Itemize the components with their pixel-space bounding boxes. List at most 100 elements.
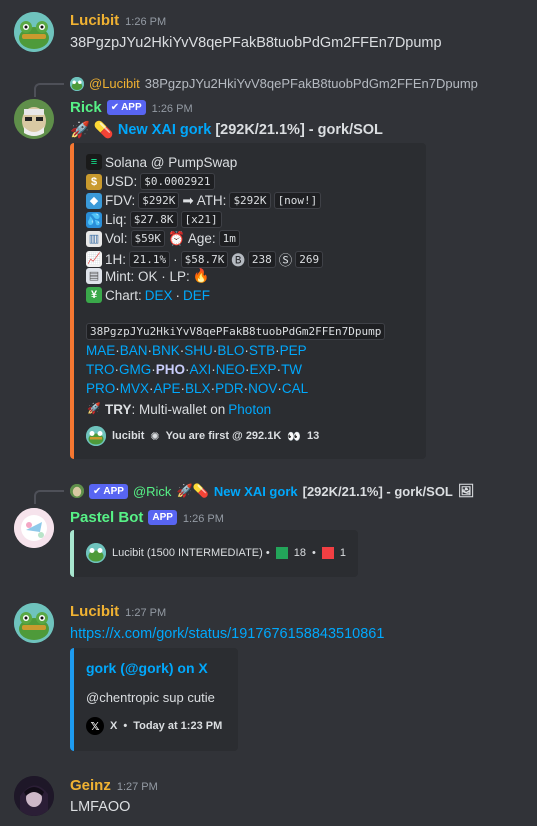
link-axi[interactable]: AXI [190, 362, 212, 377]
chart-def-link[interactable]: DEF [183, 288, 210, 303]
app-badge: APP [148, 510, 177, 525]
liq-value[interactable]: $27.8K [129, 211, 178, 228]
pastel-avatar-icon [14, 508, 54, 548]
timestamp: 1:26 PM [182, 513, 224, 525]
x-embed-title[interactable]: gork (@gork) on X [86, 660, 208, 676]
app-badge: ✔ APP [89, 483, 128, 499]
solana-icon: ≡ [86, 154, 102, 170]
embed-address-line: 38PgzpJYu2HkiYvV8qePFakB8tuobPdGm2FFEn7D… [86, 323, 386, 340]
usd-value[interactable]: $0.0002921 [140, 173, 215, 190]
timestamp: 1:26 PM [125, 16, 167, 28]
age-value[interactable]: 1m [218, 230, 240, 247]
arrow-right-icon: ➡ [182, 192, 194, 208]
photon-link[interactable]: Photon [228, 402, 271, 417]
h1-value[interactable]: $58.7K [180, 250, 229, 268]
rocket-icon: 🚀💊 [176, 483, 209, 498]
green-count: 18 [293, 547, 306, 559]
links-row-2: TRO · GMG · PHO · AXI · NEO · EXP · TW [86, 362, 303, 377]
link-shu[interactable]: SHU [184, 343, 213, 358]
message-text: LMFAOO [70, 799, 131, 815]
link-mvx[interactable]: MVX [120, 381, 149, 396]
fdv-value[interactable]: $292K [138, 192, 180, 209]
reply-preview[interactable]: ✔ APP @Rick 🚀💊 New XAI gork [292K/21.1%] … [70, 483, 474, 499]
link-ban[interactable]: BAN [120, 343, 148, 358]
reply-preview[interactable]: @Lucibit 38PgzpJYu2HkiYvV8qePFakB8tuobPd… [70, 76, 478, 91]
link-gmg[interactable]: GMG [119, 362, 151, 377]
reply-spine [34, 83, 64, 97]
buys-count[interactable]: 238 [247, 250, 276, 268]
username[interactable]: Lucibit [70, 12, 119, 29]
embed-chart-line: ¥ Chart: DEX · DEF [86, 287, 210, 303]
link-exp[interactable]: EXP [250, 362, 277, 377]
reply-avatar [70, 484, 84, 498]
timestamp: 1:26 PM [151, 103, 193, 115]
link-tw[interactable]: TW [281, 362, 302, 377]
lucibit-avatar[interactable] [14, 603, 54, 643]
reply-link[interactable]: New XAI gork [214, 484, 298, 499]
message-header: Rick ✔ APP 1:26 PM [70, 99, 193, 117]
username[interactable]: Lucibit [70, 603, 119, 620]
spider-icon: ✺ [150, 430, 160, 443]
token-embed: ≡ Solana @ PumpSwap $ USD: $0.0002921 ◆ … [70, 143, 426, 459]
trend-up-icon: 📈 [86, 251, 102, 267]
ath-value[interactable]: $292K [229, 192, 271, 209]
lucibit-avatar[interactable] [14, 12, 54, 52]
liq-mult[interactable]: [x21] [180, 211, 222, 228]
link-pep[interactable]: PEP [280, 343, 307, 358]
green-square-icon [275, 547, 288, 559]
link-cal[interactable]: CAL [282, 381, 308, 396]
link-neo[interactable]: NEO [216, 362, 245, 377]
vol-value[interactable]: $59K [130, 230, 166, 247]
embed-dex-line: ≡ Solana @ PumpSwap [86, 154, 237, 170]
title-rest: [292K/21.1%] - gork/SOL [215, 122, 383, 138]
rocket-icon: 🚀 [70, 122, 90, 139]
rank-embed: Lucibit (1500 INTERMEDIATE) • 18 • 1 [70, 530, 358, 577]
pastel-bot-avatar[interactable] [14, 508, 54, 548]
footer-text: You are first @ 292.1K [165, 430, 282, 442]
links-row-3: PRO · MVX · APE · BLX · PDR · NOV · CAL [86, 381, 309, 396]
username[interactable]: Geinz [70, 777, 111, 794]
check-icon: ✔ [110, 102, 120, 113]
eyes-icon: 👀 [287, 430, 301, 443]
link-pro[interactable]: PRO [86, 381, 115, 396]
message-header: Pastel Bot APP 1:26 PM [70, 509, 224, 527]
x-source: X [110, 720, 118, 732]
reply-mention[interactable]: @Lucibit [89, 76, 140, 91]
chart-dex-link[interactable]: DEX [145, 288, 173, 303]
embed-mint-line: ▤ Mint: OK · LP: 🔥 [86, 268, 210, 284]
title-link[interactable]: New XAI gork [118, 122, 211, 138]
link-pho[interactable]: PHO [156, 362, 185, 377]
message-text: 38PgzpJYu2HkiYvV8qePFakB8tuobPdGm2FFEn7D… [70, 35, 442, 51]
printer-icon: ▤ [86, 268, 102, 284]
link-ape[interactable]: APE [154, 381, 181, 396]
link-bnk[interactable]: BNK [152, 343, 180, 358]
sells-count[interactable]: 269 [295, 250, 324, 268]
link-mae[interactable]: MAE [86, 343, 115, 358]
footer-count: 13 [307, 430, 320, 442]
link-stb[interactable]: STB [249, 343, 275, 358]
ath-when[interactable]: [now!] [273, 192, 322, 209]
link-nov[interactable]: NOV [248, 381, 277, 396]
embed-fdv-line: ◆ FDV: $292K ➡ ATH: $292K [now!] [86, 192, 322, 209]
x-embed-desc: @chentropic sup cutie [86, 690, 215, 705]
contract-address[interactable]: 38PgzpJYu2HkiYvV8qePFakB8tuobPdGm2FFEn7D… [86, 323, 386, 340]
message-link[interactable]: https://x.com/gork/status/19176761588435… [70, 626, 384, 642]
link-blx[interactable]: BLX [185, 381, 211, 396]
link-pdr[interactable]: PDR [215, 381, 244, 396]
rank-line: Lucibit (1500 INTERMEDIATE) • 18 • 1 [86, 543, 346, 563]
reply-mention[interactable]: @Rick [133, 484, 171, 499]
h1-pct[interactable]: 21.1% [129, 250, 171, 268]
username[interactable]: Rick [70, 99, 102, 116]
embed-vol-line: ▥ Vol: $59K ⏰ Age: 1m [86, 230, 240, 247]
rick-avatar[interactable] [14, 99, 54, 139]
footer-user: lucibit [112, 430, 145, 442]
link-blo[interactable]: BLO [217, 343, 244, 358]
reply-text: 38PgzpJYu2HkiYvV8qePFakB8tuobPdGm2FFEn7D… [144, 76, 478, 91]
link-tro[interactable]: TRO [86, 362, 115, 377]
username[interactable]: Pastel Bot [70, 509, 143, 526]
embed-liq-line: 💦 Liq: $27.8K [x21] [86, 211, 222, 228]
alarm-clock-icon: ⏰ [168, 230, 185, 246]
message-header: Lucibit 1:27 PM [70, 603, 166, 620]
geinz-avatar[interactable] [14, 776, 54, 816]
embed-try-line: 🚀 TRY: Multi-wallet on Photon [86, 401, 272, 417]
